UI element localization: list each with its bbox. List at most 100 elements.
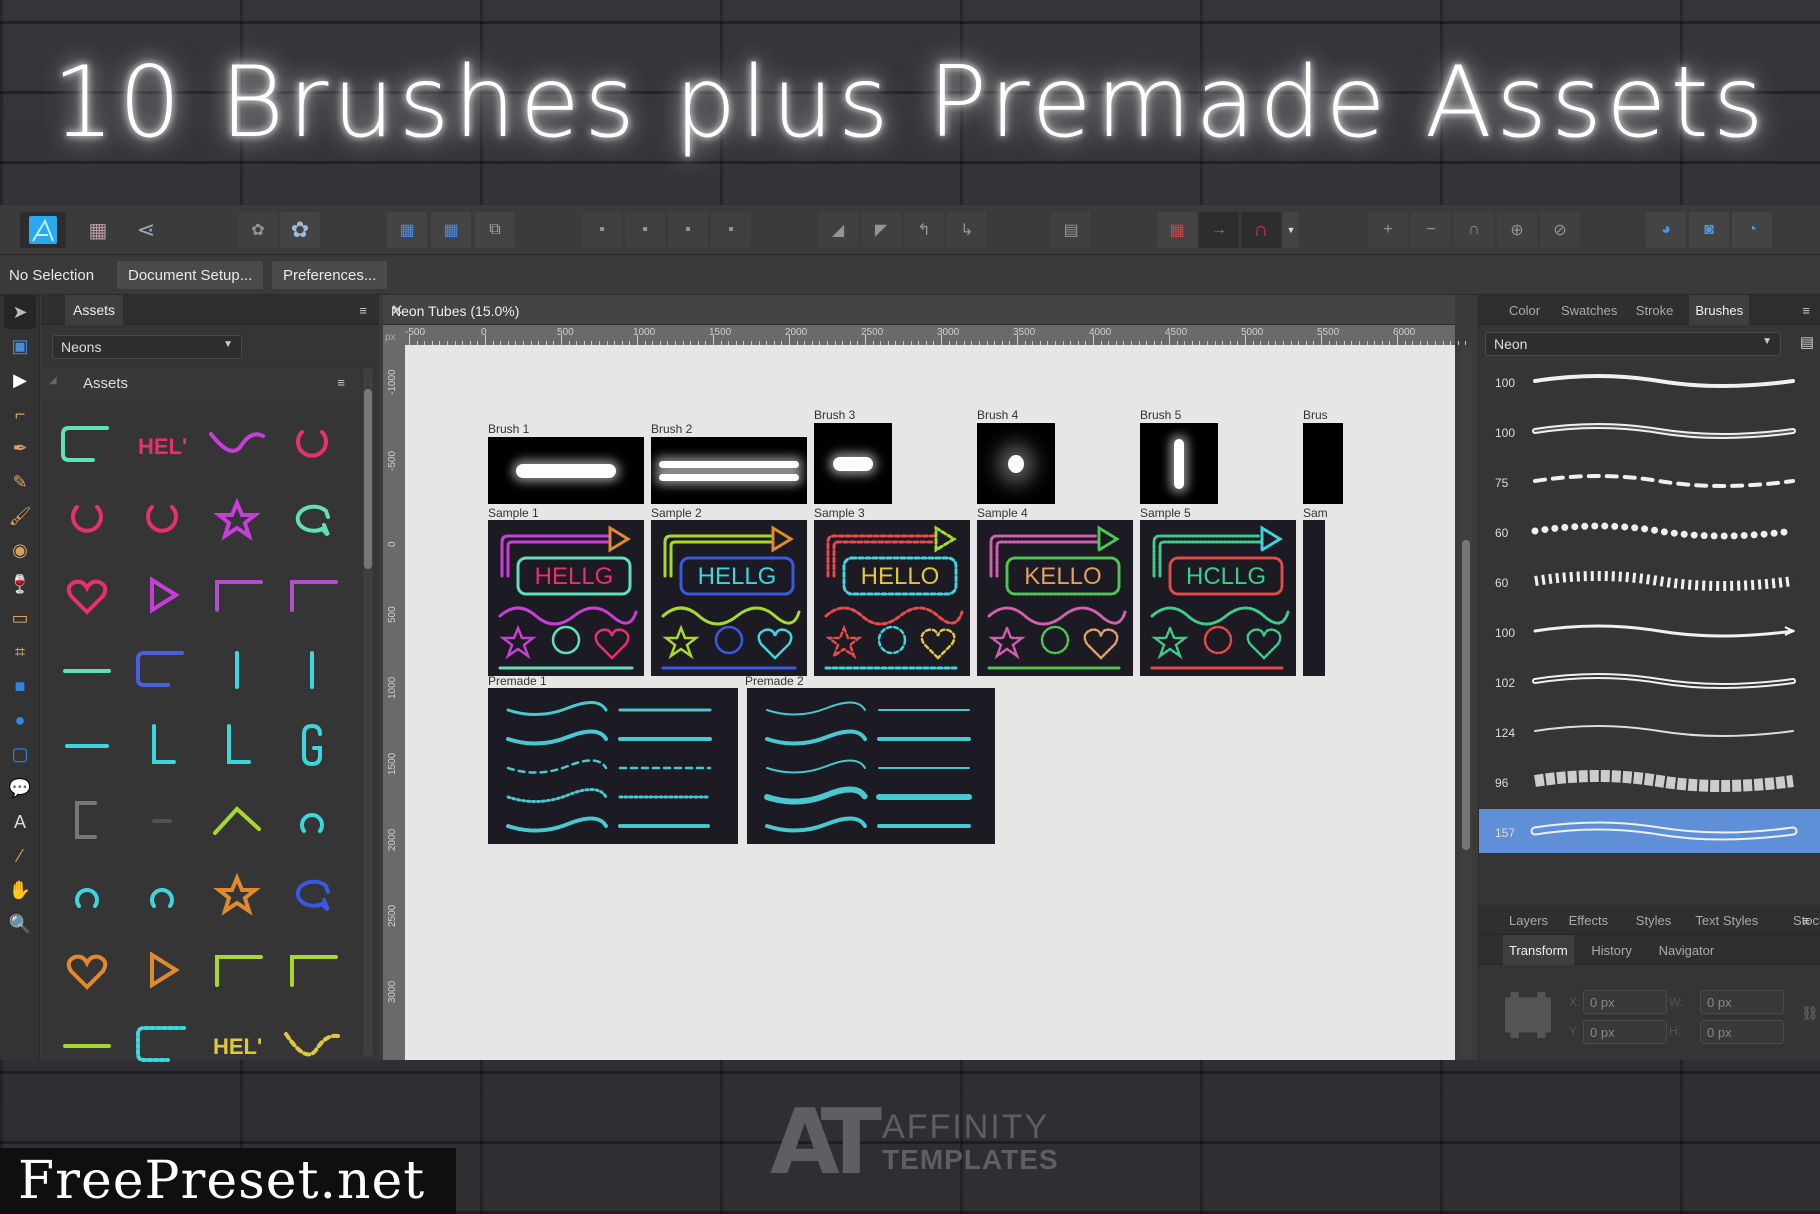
- artboard-tool[interactable]: ▣: [0, 329, 40, 363]
- color-picker-tool[interactable]: ⁄: [0, 839, 40, 873]
- insert-button[interactable]: ▤: [1051, 212, 1091, 248]
- document-setup-button[interactable]: Document Setup...: [117, 261, 264, 289]
- divide-button[interactable]: ⊘: [1540, 212, 1580, 248]
- tab-swatches[interactable]: Swatches: [1555, 295, 1623, 325]
- arrange-backward-button[interactable]: ▪: [625, 212, 665, 248]
- sample-artboard[interactable]: HELLO: [814, 520, 970, 676]
- asset-item[interactable]: [49, 632, 124, 707]
- panel-menu-icon[interactable]: ≡: [1802, 303, 1810, 318]
- pen-tool[interactable]: ✒: [0, 431, 40, 465]
- tab-color[interactable]: Color: [1503, 295, 1546, 325]
- arrange-front-button[interactable]: ▪: [711, 212, 751, 248]
- tab-effects[interactable]: Effects: [1563, 905, 1615, 935]
- sample-artboard[interactable]: KELLO: [977, 520, 1133, 676]
- brush-artboard[interactable]: [651, 437, 807, 504]
- panel-menu-icon[interactable]: ≡: [1802, 913, 1810, 928]
- asset-item[interactable]: [124, 782, 199, 857]
- node-tool[interactable]: ▶: [0, 363, 40, 397]
- assets-scroll-thumb[interactable]: [364, 389, 372, 569]
- brush-item[interactable]: 96: [1479, 759, 1820, 809]
- close-icon[interactable]: ✕: [391, 301, 1447, 319]
- fill-tool[interactable]: ◉: [0, 533, 40, 567]
- subcategory-menu-icon[interactable]: ≡: [337, 375, 345, 390]
- tab-history[interactable]: History: [1585, 935, 1637, 965]
- asset-item[interactable]: [274, 557, 349, 632]
- snapping-magnet-button[interactable]: ∩: [1241, 212, 1281, 248]
- panel-menu-icon[interactable]: ≡: [359, 303, 367, 318]
- asset-item[interactable]: [274, 707, 349, 782]
- brush-item[interactable]: 157: [1479, 809, 1820, 853]
- no-fill-button[interactable]: ✿: [280, 212, 320, 248]
- transform-origin-button[interactable]: ⧉: [475, 212, 515, 248]
- asset-item[interactable]: [124, 557, 199, 632]
- ellipse-tool[interactable]: ●: [0, 703, 40, 737]
- flip-h-button[interactable]: ◢: [818, 212, 858, 248]
- pencil-tool[interactable]: ✎: [0, 465, 40, 499]
- asset-item[interactable]: [124, 707, 199, 782]
- asset-item[interactable]: [124, 632, 199, 707]
- asset-item[interactable]: [49, 407, 124, 482]
- asset-item[interactable]: [124, 482, 199, 557]
- tab-brushes[interactable]: Brushes: [1689, 295, 1750, 325]
- intersect-button[interactable]: ∩: [1454, 212, 1494, 248]
- place-image-tool[interactable]: ▭: [0, 601, 40, 635]
- brush-item[interactable]: 75: [1479, 459, 1820, 509]
- asset-item[interactable]: [274, 932, 349, 1007]
- asset-item[interactable]: [49, 482, 124, 557]
- asset-item[interactable]: [199, 932, 274, 1007]
- sample-artboard[interactable]: [1303, 520, 1325, 676]
- asset-item[interactable]: [49, 857, 124, 932]
- asset-item[interactable]: [274, 857, 349, 932]
- premade-artboard[interactable]: [488, 688, 738, 844]
- x-field[interactable]: 0 px: [1583, 990, 1667, 1014]
- brush-item[interactable]: 124: [1479, 709, 1820, 759]
- sample-artboard[interactable]: HELLG: [651, 520, 807, 676]
- anchor-selector[interactable]: [1505, 992, 1551, 1038]
- brush-item[interactable]: 100: [1479, 609, 1820, 659]
- brush-category-select[interactable]: Neon ▼: [1485, 332, 1781, 356]
- corner-tool[interactable]: ⌐: [0, 397, 40, 431]
- brush-artboard[interactable]: [814, 423, 892, 504]
- asset-item[interactable]: [199, 632, 274, 707]
- brush-item[interactable]: 100: [1479, 359, 1820, 409]
- add-button[interactable]: +: [1368, 212, 1408, 248]
- view-tool[interactable]: ✋: [0, 873, 40, 907]
- asset-item[interactable]: [274, 782, 349, 857]
- canvas[interactable]: Brush 1 Brush 2 Brush 3 Brush 4 Brush 5 Brus S…: [405, 345, 1455, 1060]
- document-tab[interactable]: Neon Tubes (15.0%) ✕: [383, 295, 1455, 325]
- subtract-button[interactable]: −: [1411, 212, 1451, 248]
- preferences-button[interactable]: Preferences...: [272, 261, 388, 289]
- zoom-tool[interactable]: 🔍: [0, 907, 40, 941]
- persona-button[interactable]: [20, 212, 66, 248]
- brush-artboard[interactable]: [977, 423, 1055, 504]
- asset-item[interactable]: [124, 932, 199, 1007]
- snapping-arrow-button[interactable]: →: [1199, 212, 1239, 248]
- select-grid-button[interactable]: ▦: [387, 212, 427, 248]
- arrange-back-button[interactable]: ▪: [582, 212, 622, 248]
- snapping-dropdown[interactable]: ▼: [1283, 212, 1299, 248]
- assets-subcategory-header[interactable]: ◢ Assets ≡: [41, 367, 359, 399]
- boolean-subtract-button[interactable]: ◙: [1689, 212, 1729, 248]
- tab-stroke[interactable]: Stroke: [1630, 295, 1680, 325]
- rounded-rect-tool[interactable]: ▢: [0, 737, 40, 771]
- crop-tool[interactable]: ⌗: [0, 635, 40, 669]
- callout-tool[interactable]: 💬: [0, 771, 40, 805]
- document-scrollbar[interactable]: [1460, 345, 1472, 1060]
- y-field[interactable]: 0 px: [1583, 1020, 1667, 1044]
- asset-item[interactable]: [274, 482, 349, 557]
- assets-scrollbar[interactable]: [363, 367, 373, 1057]
- list-view-icon[interactable]: ▤: [1800, 333, 1814, 351]
- snapping-grid-button[interactable]: ▦: [1157, 212, 1197, 248]
- asset-item[interactable]: [274, 407, 349, 482]
- asset-item[interactable]: [49, 707, 124, 782]
- transparency-tool[interactable]: 🍷: [0, 567, 40, 601]
- tab-layers[interactable]: Layers: [1503, 905, 1554, 935]
- asset-item[interactable]: [199, 557, 274, 632]
- select-grid-alt-button[interactable]: ▦: [431, 212, 471, 248]
- asset-item[interactable]: [124, 857, 199, 932]
- asset-item[interactable]: [199, 407, 274, 482]
- grid-persona-button[interactable]: ▦: [78, 212, 118, 248]
- boolean-add-button[interactable]: ◕: [1646, 212, 1686, 248]
- brush-artboard[interactable]: [1303, 423, 1343, 504]
- document-scroll-thumb[interactable]: [1462, 540, 1470, 850]
